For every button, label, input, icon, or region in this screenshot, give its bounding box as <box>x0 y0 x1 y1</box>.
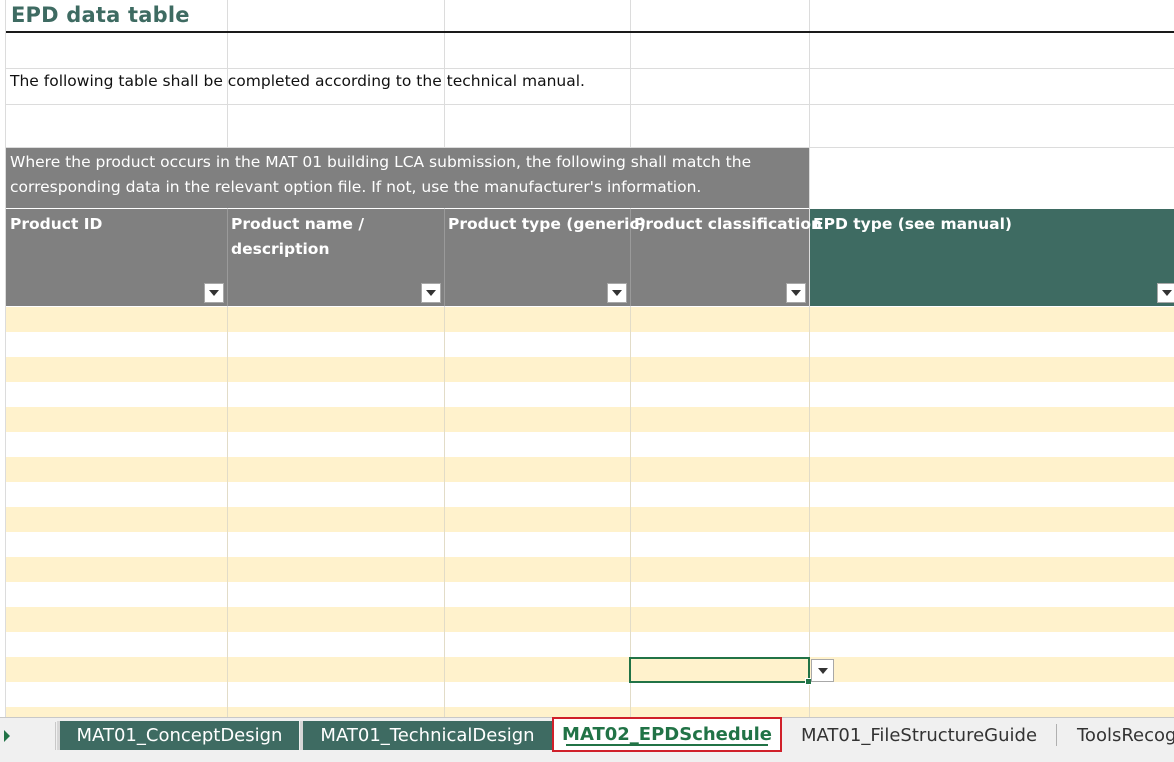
intro-text: The following table shall be completed a… <box>10 72 585 90</box>
table-row[interactable] <box>6 432 1174 457</box>
column-line <box>444 307 445 717</box>
table-row[interactable] <box>6 457 1174 482</box>
tab-mat01-file-structure-guide[interactable]: MAT01_FileStructureGuide <box>786 721 1052 750</box>
table-row[interactable] <box>6 507 1174 532</box>
tab-mat01-concept-design[interactable]: MAT01_ConceptDesign <box>57 721 299 750</box>
title-underline <box>6 31 1174 33</box>
spreadsheet-grid[interactable]: EPD data table The following table shall… <box>0 0 1174 717</box>
table-row[interactable] <box>6 707 1174 717</box>
note-text: Where the product occurs in the MAT 01 b… <box>10 153 752 196</box>
table-row[interactable] <box>6 482 1174 507</box>
tab-mat02-epd-schedule[interactable]: MAT02_EPDSchedule <box>552 717 782 752</box>
header-product-classification[interactable]: Product classification <box>634 212 822 237</box>
table-row[interactable] <box>6 632 1174 657</box>
chevron-down-icon[interactable] <box>786 283 806 303</box>
column-line <box>227 307 228 717</box>
header-separator <box>444 209 445 306</box>
row-line <box>6 104 1174 105</box>
row-line <box>6 68 1174 69</box>
table-row[interactable] <box>6 657 1174 682</box>
table-row[interactable] <box>6 582 1174 607</box>
header-separator <box>227 209 228 306</box>
table-row[interactable] <box>6 307 1174 332</box>
table-row[interactable] <box>6 557 1174 582</box>
chevron-down-icon[interactable] <box>607 283 627 303</box>
selected-cell[interactable] <box>629 657 812 685</box>
table-row[interactable] <box>6 332 1174 357</box>
tab-mat01-technical-design[interactable]: MAT01_TechnicalDesign <box>300 721 552 750</box>
header-product-name[interactable]: Product name / description <box>231 212 391 262</box>
play-right-icon[interactable] <box>4 730 10 742</box>
table-row[interactable] <box>6 407 1174 432</box>
chevron-down-icon[interactable] <box>204 283 224 303</box>
header-epd-type[interactable]: EPD type (see manual) <box>813 212 1113 237</box>
table-row[interactable] <box>6 382 1174 407</box>
active-tab-underline <box>566 744 768 746</box>
header-product-id[interactable]: Product ID <box>10 212 220 237</box>
table-row[interactable] <box>6 682 1174 707</box>
sheet-tab-bar: MAT01_ConceptDesign MAT01_TechnicalDesig… <box>0 717 1174 762</box>
column-line <box>630 307 631 717</box>
table-row[interactable] <box>6 607 1174 632</box>
header-product-type[interactable]: Product type (generic) <box>448 212 646 237</box>
tab-separator <box>55 722 56 750</box>
chevron-down-icon[interactable] <box>811 659 834 682</box>
table-row[interactable] <box>6 532 1174 557</box>
sheet-title: EPD data table <box>11 3 190 27</box>
chevron-down-icon[interactable] <box>421 283 441 303</box>
tab-label: MAT02_EPDSchedule <box>562 724 772 745</box>
tab-separator <box>1056 724 1057 746</box>
tab-tools-recog[interactable]: ToolsRecog <box>1062 721 1174 750</box>
column-line <box>809 307 810 717</box>
table-row[interactable] <box>6 357 1174 382</box>
chevron-down-icon[interactable] <box>1157 283 1174 303</box>
